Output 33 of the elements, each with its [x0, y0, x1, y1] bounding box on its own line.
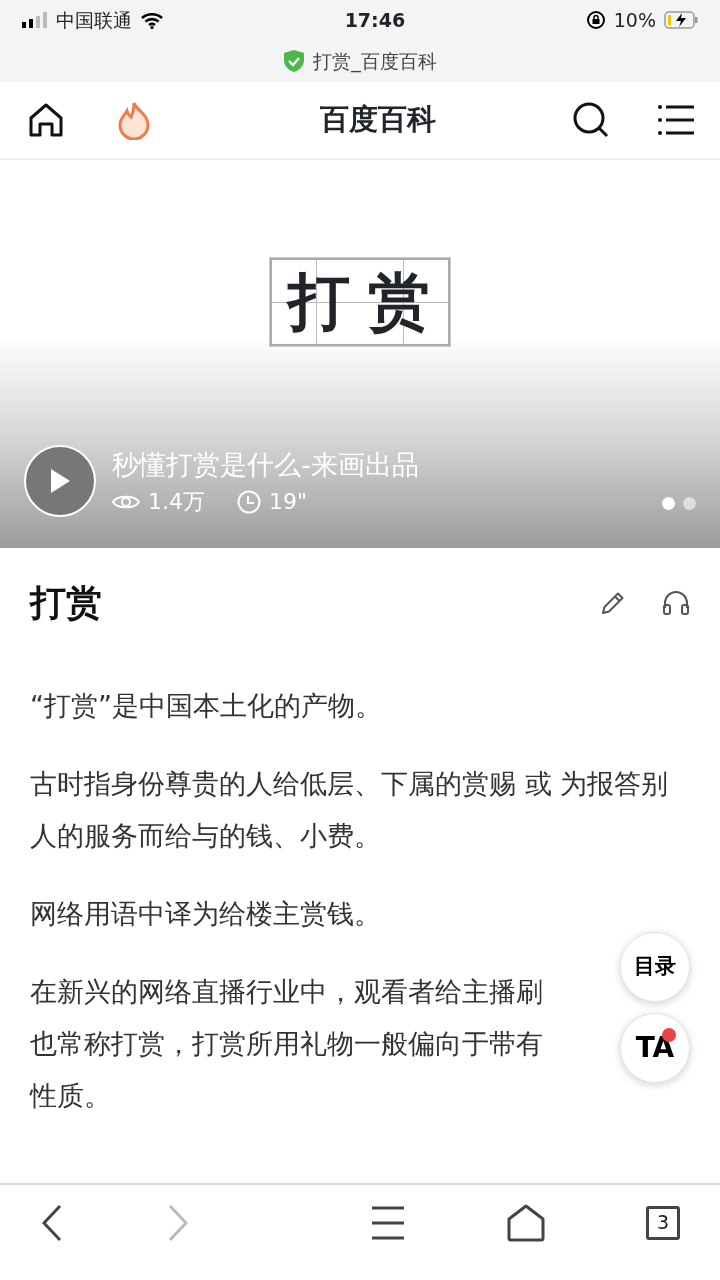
carousel-dot[interactable]: [662, 497, 675, 510]
menu-button[interactable]: [371, 1205, 405, 1240]
cover-title: 打赏: [270, 258, 450, 346]
article-text-line: 也常称打赏，打赏所用礼物一般偏向于带有: [30, 1027, 543, 1061]
clock-time: 17:46: [344, 7, 406, 33]
menu-icon[interactable]: [658, 104, 694, 136]
headphones-icon[interactable]: [662, 590, 690, 616]
carousel-dot[interactable]: [683, 497, 696, 510]
search-icon[interactable]: [572, 101, 610, 139]
wifi-icon: [140, 11, 164, 29]
clock-icon: [237, 489, 261, 514]
home-button[interactable]: [506, 1203, 545, 1242]
back-button[interactable]: [40, 1203, 64, 1242]
video-duration: 19": [269, 488, 308, 516]
article-text-line: 在新兴的网络直播行业中，观看者给主播刷: [30, 975, 543, 1009]
view-count: 1.4万: [148, 488, 205, 516]
play-icon: [49, 468, 71, 495]
video-title: 秒懂打赏是什么-来画出品: [112, 447, 420, 482]
pencil-icon[interactable]: [600, 590, 626, 616]
article-paragraph: “打赏”是中国本土化的产物。: [30, 689, 383, 723]
article-paragraph: 古时指身份尊贵的人给低层、下属的赏赐 或 为报答别人的服务而给与的钱、小费。: [30, 767, 670, 853]
site-title: 百度百科: [320, 101, 436, 139]
page-title: 打赏_百度百科: [313, 48, 437, 75]
article-title: 打赏: [30, 581, 102, 625]
battery-percent: 10%: [613, 7, 656, 33]
contents-button[interactable]: 目录: [620, 932, 690, 1002]
ta-button[interactable]: TA: [620, 1013, 690, 1083]
signal-icon: [22, 12, 48, 28]
tabs-button[interactable]: 3: [646, 1205, 680, 1240]
carrier-name: 中国联通: [56, 7, 132, 33]
article-paragraph: 网络用语中译为给楼主赏钱。: [30, 897, 382, 931]
rotation-lock-icon: [585, 10, 606, 30]
article-text-line: 性质。: [30, 1079, 111, 1113]
